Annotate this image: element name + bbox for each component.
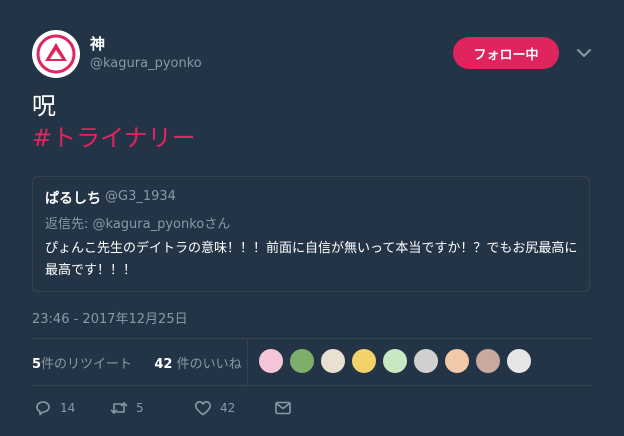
display-name[interactable]: 神: [90, 33, 105, 54]
likes-count: 42: [154, 357, 173, 372]
liker-avatar[interactable]: [413, 348, 439, 374]
liker-avatar[interactable]: [506, 348, 532, 374]
reply-icon: [36, 401, 50, 416]
retweets-label: 件のリツイート: [41, 357, 133, 372]
divider: [32, 385, 592, 386]
retweets-stat[interactable]: 5件のリツイート: [32, 357, 132, 372]
quoted-handle: @G3_1934: [105, 189, 176, 204]
divider: [32, 338, 592, 339]
retweet-button[interactable]: 5: [110, 398, 144, 418]
reply-prefix: 返信先:: [45, 217, 89, 232]
quoted-tweet[interactable]: ぱるしち @G3_1934 返信先: @kagura_pyonkoさん ぴょんこ…: [32, 176, 590, 292]
following-button[interactable]: フォロー中: [453, 37, 559, 69]
likes-label: 件のいいね: [176, 357, 242, 372]
liker-avatar[interactable]: [320, 348, 346, 374]
reply-to-link[interactable]: @kagura_pyonkoさん: [93, 217, 231, 232]
tweet-timestamp[interactable]: 23:46 - 2017年12月25日: [32, 308, 188, 327]
quoted-display-name: ぱるしち: [45, 191, 101, 207]
liker-avatar[interactable]: [258, 348, 284, 374]
reply-button[interactable]: 14: [34, 398, 75, 418]
chevron-down-icon[interactable]: [575, 44, 593, 62]
liker-avatar[interactable]: [351, 348, 377, 374]
like-button[interactable]: 42: [194, 398, 235, 418]
dm-icon: [275, 401, 291, 415]
avatar-logo-icon: [36, 34, 76, 74]
like-count: 42: [220, 401, 236, 415]
direct-message-button[interactable]: [274, 398, 300, 418]
likes-stat[interactable]: 42 件のいいね: [154, 357, 241, 372]
reply-count: 14: [60, 401, 76, 415]
divider: [247, 339, 248, 385]
hashtag-link[interactable]: #トライナリー: [32, 122, 196, 154]
liker-avatar[interactable]: [382, 348, 408, 374]
liker-avatar[interactable]: [444, 348, 470, 374]
retweets-count: 5: [32, 357, 42, 372]
reply-context: 返信先: @kagura_pyonkoさん: [45, 213, 230, 232]
tweet-stats: 5件のリツイート 42 件のいいね: [32, 353, 242, 372]
user-handle[interactable]: @kagura_pyonko: [90, 56, 202, 71]
liker-avatars: [258, 348, 537, 374]
retweet-count: 5: [136, 401, 144, 415]
liker-avatar[interactable]: [289, 348, 315, 374]
liker-avatar[interactable]: [475, 348, 501, 374]
avatar[interactable]: [32, 30, 80, 78]
tweet-text: 呪: [32, 92, 56, 120]
quoted-tweet-text: ぴょんこ先生のデイトラの意味！！！前面に自信が無いって本当ですか！？でもお尻最高…: [45, 241, 578, 278]
like-icon: [195, 401, 211, 416]
retweet-icon: [110, 402, 128, 414]
